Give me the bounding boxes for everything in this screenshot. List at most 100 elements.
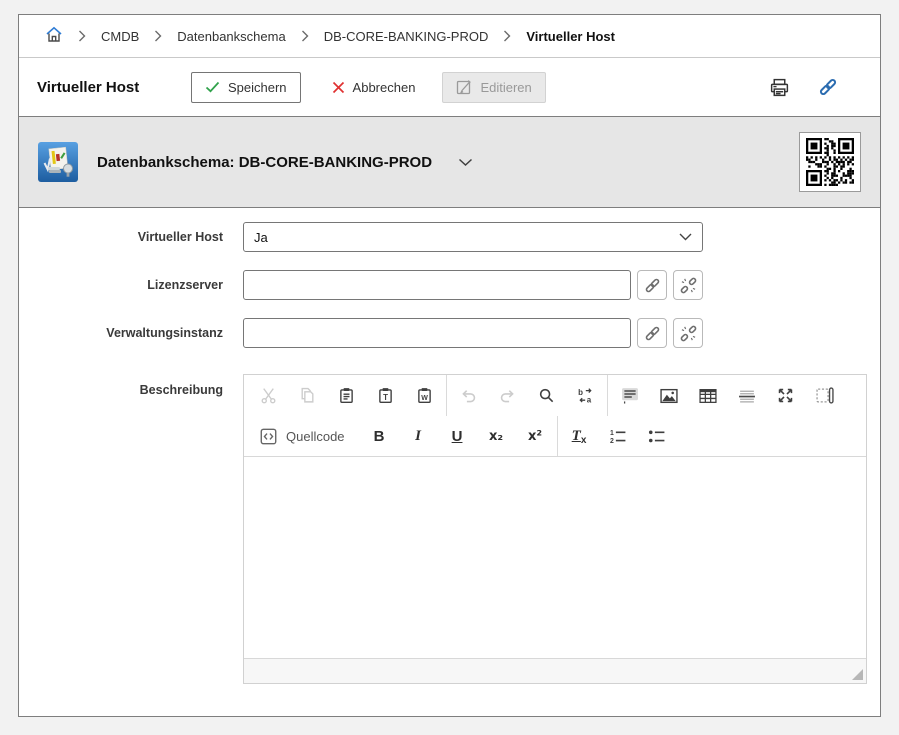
list-format-group: Tx 1 2: [557, 416, 679, 456]
breadcrumb-chevron-icon: [301, 30, 309, 42]
horizontal-rule-icon: [738, 388, 756, 404]
insert-image-button[interactable]: [649, 375, 688, 416]
paste-icon: [338, 387, 355, 404]
breadcrumb: CMDB Datenbankschema DB-CORE-BANKING-PRO…: [19, 15, 880, 58]
database-schema-app-icon: [38, 142, 78, 182]
editor-status-bar: [244, 658, 866, 683]
cancel-button[interactable]: Abbrechen: [326, 72, 422, 103]
remove-format-icon: Tx: [572, 428, 587, 445]
chevron-down-icon: [679, 233, 692, 241]
source-group: Quellcode: [247, 416, 358, 456]
link-icon: [644, 325, 661, 342]
numbered-list-button[interactable]: 1 2: [599, 416, 638, 457]
license-server-unlink-button[interactable]: [673, 270, 703, 300]
svg-text:1: 1: [610, 430, 614, 437]
breadcrumb-chevron-icon: [154, 30, 162, 42]
undo-find-group: b a: [446, 375, 607, 416]
insert-tools-group: [607, 375, 846, 416]
paste-from-word-button[interactable]: W: [405, 375, 444, 416]
paste-text-icon: T: [377, 387, 394, 404]
field-label-beschreibung: Beschreibung: [140, 383, 223, 397]
cut-button[interactable]: [249, 375, 288, 416]
undo-icon: [460, 387, 477, 404]
paste-text-button[interactable]: T: [366, 375, 405, 416]
replace-button[interactable]: b a: [566, 375, 605, 416]
subscript-icon: x₂: [489, 429, 503, 444]
superscript-button[interactable]: x²: [516, 416, 555, 457]
link-icon: [644, 277, 661, 294]
source-code-icon: [260, 428, 277, 445]
subscript-button[interactable]: x₂: [477, 416, 516, 457]
cancel-button-label: Abbrechen: [353, 80, 416, 95]
collapse-section-button[interactable]: [458, 158, 473, 167]
select-all-button[interactable]: [610, 375, 649, 416]
edit-button-label: Editieren: [480, 80, 531, 95]
cut-icon: [260, 387, 277, 404]
virtual-host-select[interactable]: Ja: [243, 222, 703, 252]
remove-format-button[interactable]: Tx: [560, 416, 599, 457]
edit-button[interactable]: Editieren: [442, 72, 545, 103]
breadcrumb-item-current: Virtueller Host: [526, 29, 615, 44]
source-code-button[interactable]: Quellcode: [249, 416, 356, 457]
basic-styles-group: B I U x₂ x²: [358, 416, 557, 456]
breadcrumb-item-datenbankschema[interactable]: Datenbankschema: [177, 29, 285, 44]
unlink-icon: [680, 325, 697, 342]
insert-table-button[interactable]: [688, 375, 727, 416]
qr-code: [799, 132, 861, 192]
editor-toolbar-row2: Quellcode B I U x₂ x² Tx 1 2: [244, 416, 866, 457]
paste-from-word-icon: W: [416, 387, 433, 404]
x-icon: [332, 81, 345, 94]
redo-button[interactable]: [488, 375, 527, 416]
description-editor-content[interactable]: [244, 457, 866, 658]
breadcrumb-item-object[interactable]: DB-CORE-BANKING-PROD: [324, 29, 489, 44]
print-button[interactable]: [769, 77, 790, 98]
virtual-host-select-value: Ja: [254, 230, 268, 245]
select-all-icon: [621, 387, 639, 404]
clipboard-group: T W: [247, 375, 446, 416]
image-icon: [660, 388, 678, 404]
bold-button[interactable]: B: [360, 416, 399, 457]
save-button-label: Speichern: [228, 80, 287, 95]
svg-text:b: b: [578, 388, 583, 397]
table-icon: [699, 388, 717, 404]
editor-resize-handle[interactable]: [852, 669, 863, 680]
redo-icon: [499, 387, 516, 404]
management-instance-input[interactable]: [243, 318, 631, 348]
replace-icon: b a: [577, 387, 594, 404]
bulleted-list-button[interactable]: [638, 416, 677, 457]
underline-button[interactable]: U: [438, 416, 477, 457]
maximize-button[interactable]: [766, 375, 805, 416]
paste-button[interactable]: [327, 375, 366, 416]
object-header: Datenbankschema: DB-CORE-BANKING-PROD: [19, 116, 880, 208]
management-instance-link-button[interactable]: [637, 318, 667, 348]
permalink-button[interactable]: [818, 77, 838, 97]
undo-button[interactable]: [449, 375, 488, 416]
find-button[interactable]: [527, 375, 566, 416]
field-label-virtueller-host: Virtueller Host: [138, 230, 223, 244]
license-server-input[interactable]: [243, 270, 631, 300]
svg-text:a: a: [587, 396, 592, 404]
underline-icon: U: [452, 428, 463, 445]
pencil-icon: [456, 79, 472, 95]
breadcrumb-item-cmdb[interactable]: CMDB: [101, 29, 139, 44]
field-label-lizenzserver: Lizenzserver: [147, 278, 223, 292]
unlink-icon: [680, 277, 697, 294]
italic-button[interactable]: I: [399, 416, 438, 457]
horizontal-rule-button[interactable]: [727, 375, 766, 416]
copy-button[interactable]: [288, 375, 327, 416]
superscript-icon: x²: [528, 429, 542, 444]
action-bar: Virtueller Host Speichern Abbrechen Edit…: [19, 58, 880, 116]
field-label-verwaltungsinstanz: Verwaltungsinstanz: [106, 326, 223, 340]
show-blocks-icon: [816, 387, 834, 404]
save-button[interactable]: Speichern: [191, 72, 301, 103]
maximize-icon: [777, 387, 794, 404]
breadcrumb-home[interactable]: [45, 26, 63, 46]
bulleted-list-icon: [648, 428, 666, 444]
home-icon: [45, 26, 63, 43]
italic-icon: I: [415, 428, 421, 445]
management-instance-unlink-button[interactable]: [673, 318, 703, 348]
description-rich-text-editor: T W: [243, 374, 867, 684]
page-title: Virtueller Host: [37, 79, 155, 96]
show-blocks-button[interactable]: [805, 375, 844, 416]
license-server-link-button[interactable]: [637, 270, 667, 300]
